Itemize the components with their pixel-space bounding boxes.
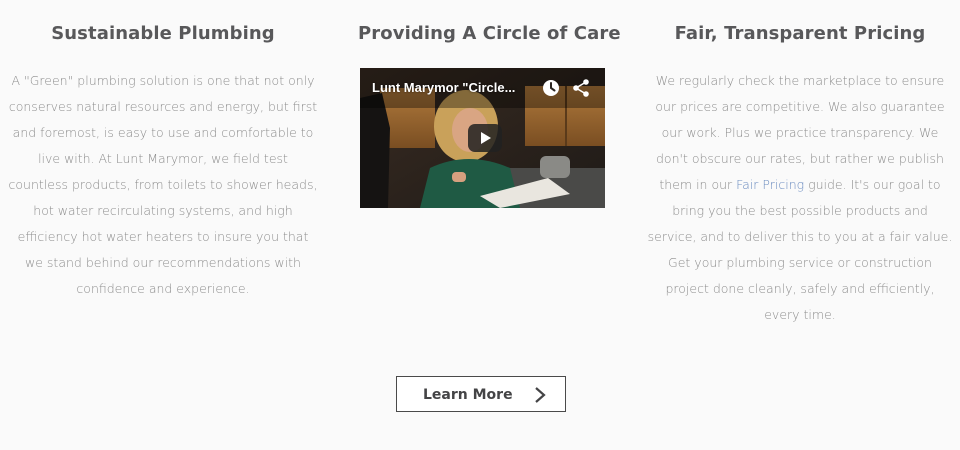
fair-pricing-text-end: guide. It's our goal to bring you the be… xyxy=(647,177,953,322)
sustainable-plumbing-text: A "Green" plumbing solution is one that … xyxy=(8,73,318,296)
fair-pricing-heading: Fair, Transparent Pricing xyxy=(674,23,926,44)
play-icon[interactable] xyxy=(468,124,502,152)
fair-pricing-text: We regularly check the marketplace to en… xyxy=(647,68,953,328)
learn-more-button[interactable]: Learn More xyxy=(396,376,566,412)
video-title: Lunt Marymor "Circle... xyxy=(372,80,516,95)
share-icon[interactable] xyxy=(571,78,591,98)
learn-more-label: Learn More xyxy=(423,387,513,403)
watch-later-icon[interactable] xyxy=(541,78,561,98)
sustainable-plumbing-heading: Sustainable Plumbing xyxy=(51,23,275,44)
fair-pricing-guide-link[interactable]: Fair Pricing xyxy=(736,177,804,192)
video-player[interactable]: Lunt Marymor "Circle... xyxy=(360,68,605,208)
fair-pricing-text-start: We regularly check the marketplace to en… xyxy=(655,73,945,192)
chevron-right-icon xyxy=(535,387,546,403)
circle-of-care-heading: Providing A Circle of Care xyxy=(358,23,621,44)
